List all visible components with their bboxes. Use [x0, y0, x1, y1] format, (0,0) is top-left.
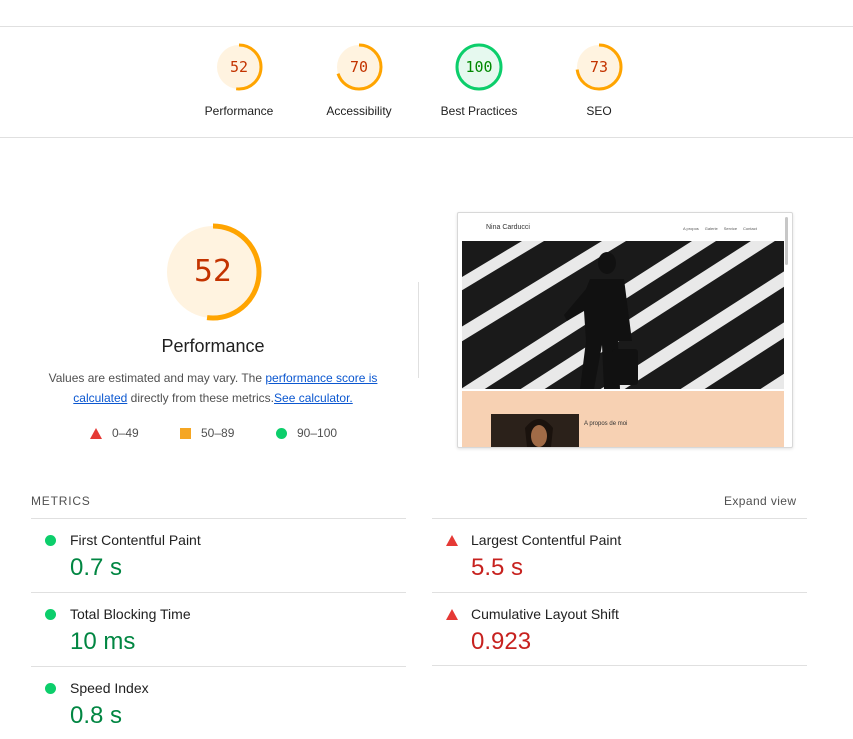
circle-icon [45, 609, 56, 620]
circle-icon [45, 535, 56, 546]
triangle-icon [446, 609, 458, 620]
scrollbar[interactable] [785, 217, 788, 265]
gauge-accessibility[interactable]: 70 Accessibility [304, 42, 414, 118]
description-text: Values are estimated and may vary. The [48, 371, 266, 385]
vertical-divider [418, 282, 419, 378]
top-divider [0, 26, 853, 27]
performance-title: Performance [161, 336, 265, 356]
legend-label: 50–89 [201, 426, 235, 440]
legend-pass: 90–100 [276, 426, 337, 440]
gauges-bottom-divider [0, 137, 853, 138]
legend-fail: 0–49 [90, 426, 139, 440]
metric-value: 10 ms [70, 628, 136, 655]
see-calculator-link[interactable]: See calculator. [274, 391, 353, 405]
gauge-label: Best Practices [440, 104, 518, 118]
metric-name: Largest Contentful Paint [471, 532, 622, 548]
hero-image [462, 241, 784, 389]
metric-name: Cumulative Layout Shift [471, 606, 619, 622]
legend-average: 50–89 [180, 426, 234, 440]
metric-value: 5.5 s [471, 554, 524, 581]
performance-score-gauge: 52 [163, 222, 263, 322]
triangle-icon [90, 428, 102, 440]
expand-view-button[interactable]: Expand view [724, 494, 796, 508]
metrics-heading: METRICS [31, 494, 91, 508]
gauge-score: 100 [465, 58, 493, 76]
metric-name: Total Blocking Time [70, 606, 191, 622]
performance-description: Values are estimated and may vary. The p… [28, 368, 398, 408]
gauge-ring: 73 [574, 42, 624, 92]
final-screenshot[interactable]: Nina Carducci A propos Galerie Service Cont… [457, 212, 793, 448]
gauge-ring: 70 [334, 42, 384, 92]
metric-name: First Contentful Paint [70, 532, 201, 548]
gauge-score: 52 [229, 58, 249, 76]
site-nav: A propos Galerie Service Contact [683, 226, 763, 231]
gauge-performance[interactable]: 52 Performance [184, 42, 294, 118]
gauge-ring: 52 [214, 42, 264, 92]
gauge-score: 70 [349, 58, 369, 76]
triangle-icon [446, 535, 458, 546]
metric-largest-contentful-paint[interactable]: Largest Contentful Paint 5.5 s [432, 519, 792, 591]
about-heading: A propos de moi [584, 421, 628, 427]
legend-label: 0–49 [112, 426, 139, 440]
metric-value: 0.7 s [70, 554, 123, 581]
metric-value: 0.923 [471, 628, 532, 655]
metric-total-blocking-time[interactable]: Total Blocking Time 10 ms [31, 593, 391, 665]
circle-icon [45, 683, 56, 694]
square-icon [180, 428, 191, 440]
metric-first-contentful-paint[interactable]: First Contentful Paint 0.7 s [31, 519, 391, 591]
site-nav-item: Galerie [704, 226, 718, 231]
metrics-divider [432, 665, 807, 666]
description-text: directly from these metrics. [127, 391, 275, 405]
site-nav-item: Service [723, 226, 738, 231]
gauge-label: Accessibility [326, 104, 392, 118]
metric-value: 0.8 s [70, 702, 123, 729]
site-nav-item: A propos [683, 226, 699, 231]
site-nav-item: Contact [743, 226, 757, 231]
gauge-ring: 100 [454, 42, 504, 92]
gauge-best-practices[interactable]: 100 Best Practices [424, 42, 534, 118]
circle-icon [276, 428, 287, 440]
metric-speed-index[interactable]: Speed Index 0.8 s [31, 667, 391, 739]
performance-score: 52 [193, 254, 233, 289]
legend-label: 90–100 [297, 426, 338, 440]
gauge-label: Performance [204, 104, 274, 118]
gauge-seo[interactable]: 73 SEO [544, 42, 654, 118]
metric-name: Speed Index [70, 680, 149, 696]
portrait-image [491, 414, 579, 447]
metric-cumulative-layout-shift[interactable]: Cumulative Layout Shift 0.923 [432, 593, 792, 665]
gauge-score: 73 [589, 58, 609, 76]
site-name: Nina Carducci [486, 224, 530, 231]
gauge-label: SEO [586, 104, 612, 118]
